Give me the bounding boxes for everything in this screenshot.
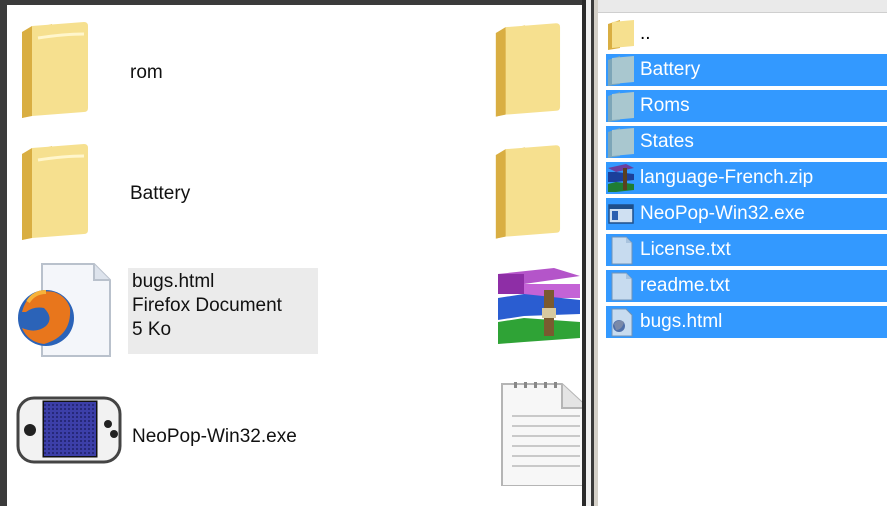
list-item-text: License.txt xyxy=(636,234,887,266)
file-tile-battery[interactable]: Battery xyxy=(18,140,258,250)
list-item-text: Roms xyxy=(636,90,887,122)
file-tile-bugs-html[interactable]: bugs.html Firefox Document 5 Ko xyxy=(14,262,320,358)
list-header-strip xyxy=(598,0,887,13)
folder-icon xyxy=(22,144,88,240)
list-item-bugs-html[interactable]: bugs.html xyxy=(606,304,887,340)
file-tile-label: rom xyxy=(130,62,163,83)
list-item-readme-txt[interactable]: readme.txt xyxy=(606,268,887,304)
list-item-language-zip[interactable]: language-French.zip xyxy=(606,160,887,196)
list-item-neopop-exe[interactable]: NeoPop-Win32.exe xyxy=(606,196,887,232)
pane-splitter[interactable] xyxy=(582,0,598,506)
folder-icon xyxy=(606,90,636,122)
firefox-document-icon xyxy=(18,263,111,357)
file-tile-rom[interactable]: rom xyxy=(18,18,258,128)
html-file-icon xyxy=(606,306,636,338)
list-item-text: bugs.html xyxy=(636,306,887,338)
pane-border xyxy=(0,0,7,506)
winrar-archive-icon[interactable] xyxy=(494,268,582,346)
file-tile-neopop-exe[interactable]: NeoPop-Win32.exe xyxy=(16,392,346,472)
folder-icon xyxy=(606,54,636,86)
list-item-text: States xyxy=(636,126,887,158)
text-document-icon[interactable] xyxy=(500,382,582,486)
text-file-icon xyxy=(606,270,636,302)
folder-icon[interactable] xyxy=(492,18,562,118)
folder-icon xyxy=(22,22,88,118)
text-file-icon xyxy=(606,234,636,266)
folder-up-icon xyxy=(608,20,634,50)
file-info-block: bugs.html Firefox Document 5 Ko xyxy=(128,268,318,354)
right-file-list[interactable]: .. Battery Roms States language-French.z… xyxy=(598,0,887,506)
file-name: bugs.html xyxy=(132,271,215,292)
winrar-archive-icon xyxy=(606,162,636,194)
list-item-parent[interactable]: .. xyxy=(606,16,887,52)
list-item-text: language-French.zip xyxy=(636,162,887,194)
folder-icon[interactable] xyxy=(492,140,562,240)
left-file-pane[interactable]: rom Battery bugs.html Firefox Document 5… xyxy=(0,0,582,506)
list-item-battery[interactable]: Battery xyxy=(606,52,887,88)
file-tile-label: NeoPop-Win32.exe xyxy=(132,426,297,447)
file-type: Firefox Document xyxy=(132,295,282,316)
exe-window-icon xyxy=(606,198,636,230)
list-item-text: readme.txt xyxy=(636,270,887,302)
folder-icon xyxy=(606,126,636,158)
list-item-license-txt[interactable]: License.txt xyxy=(606,232,887,268)
neogeo-pocket-icon xyxy=(16,396,122,464)
file-size: 5 Ko xyxy=(132,319,172,340)
pane-border xyxy=(0,0,582,5)
list-item-text: Battery xyxy=(636,54,887,86)
list-item-roms[interactable]: Roms xyxy=(606,88,887,124)
list-item-text: .. xyxy=(640,23,651,44)
list-item-text: NeoPop-Win32.exe xyxy=(636,198,887,230)
list-item-states[interactable]: States xyxy=(606,124,887,160)
file-tile-label: Battery xyxy=(130,183,191,204)
